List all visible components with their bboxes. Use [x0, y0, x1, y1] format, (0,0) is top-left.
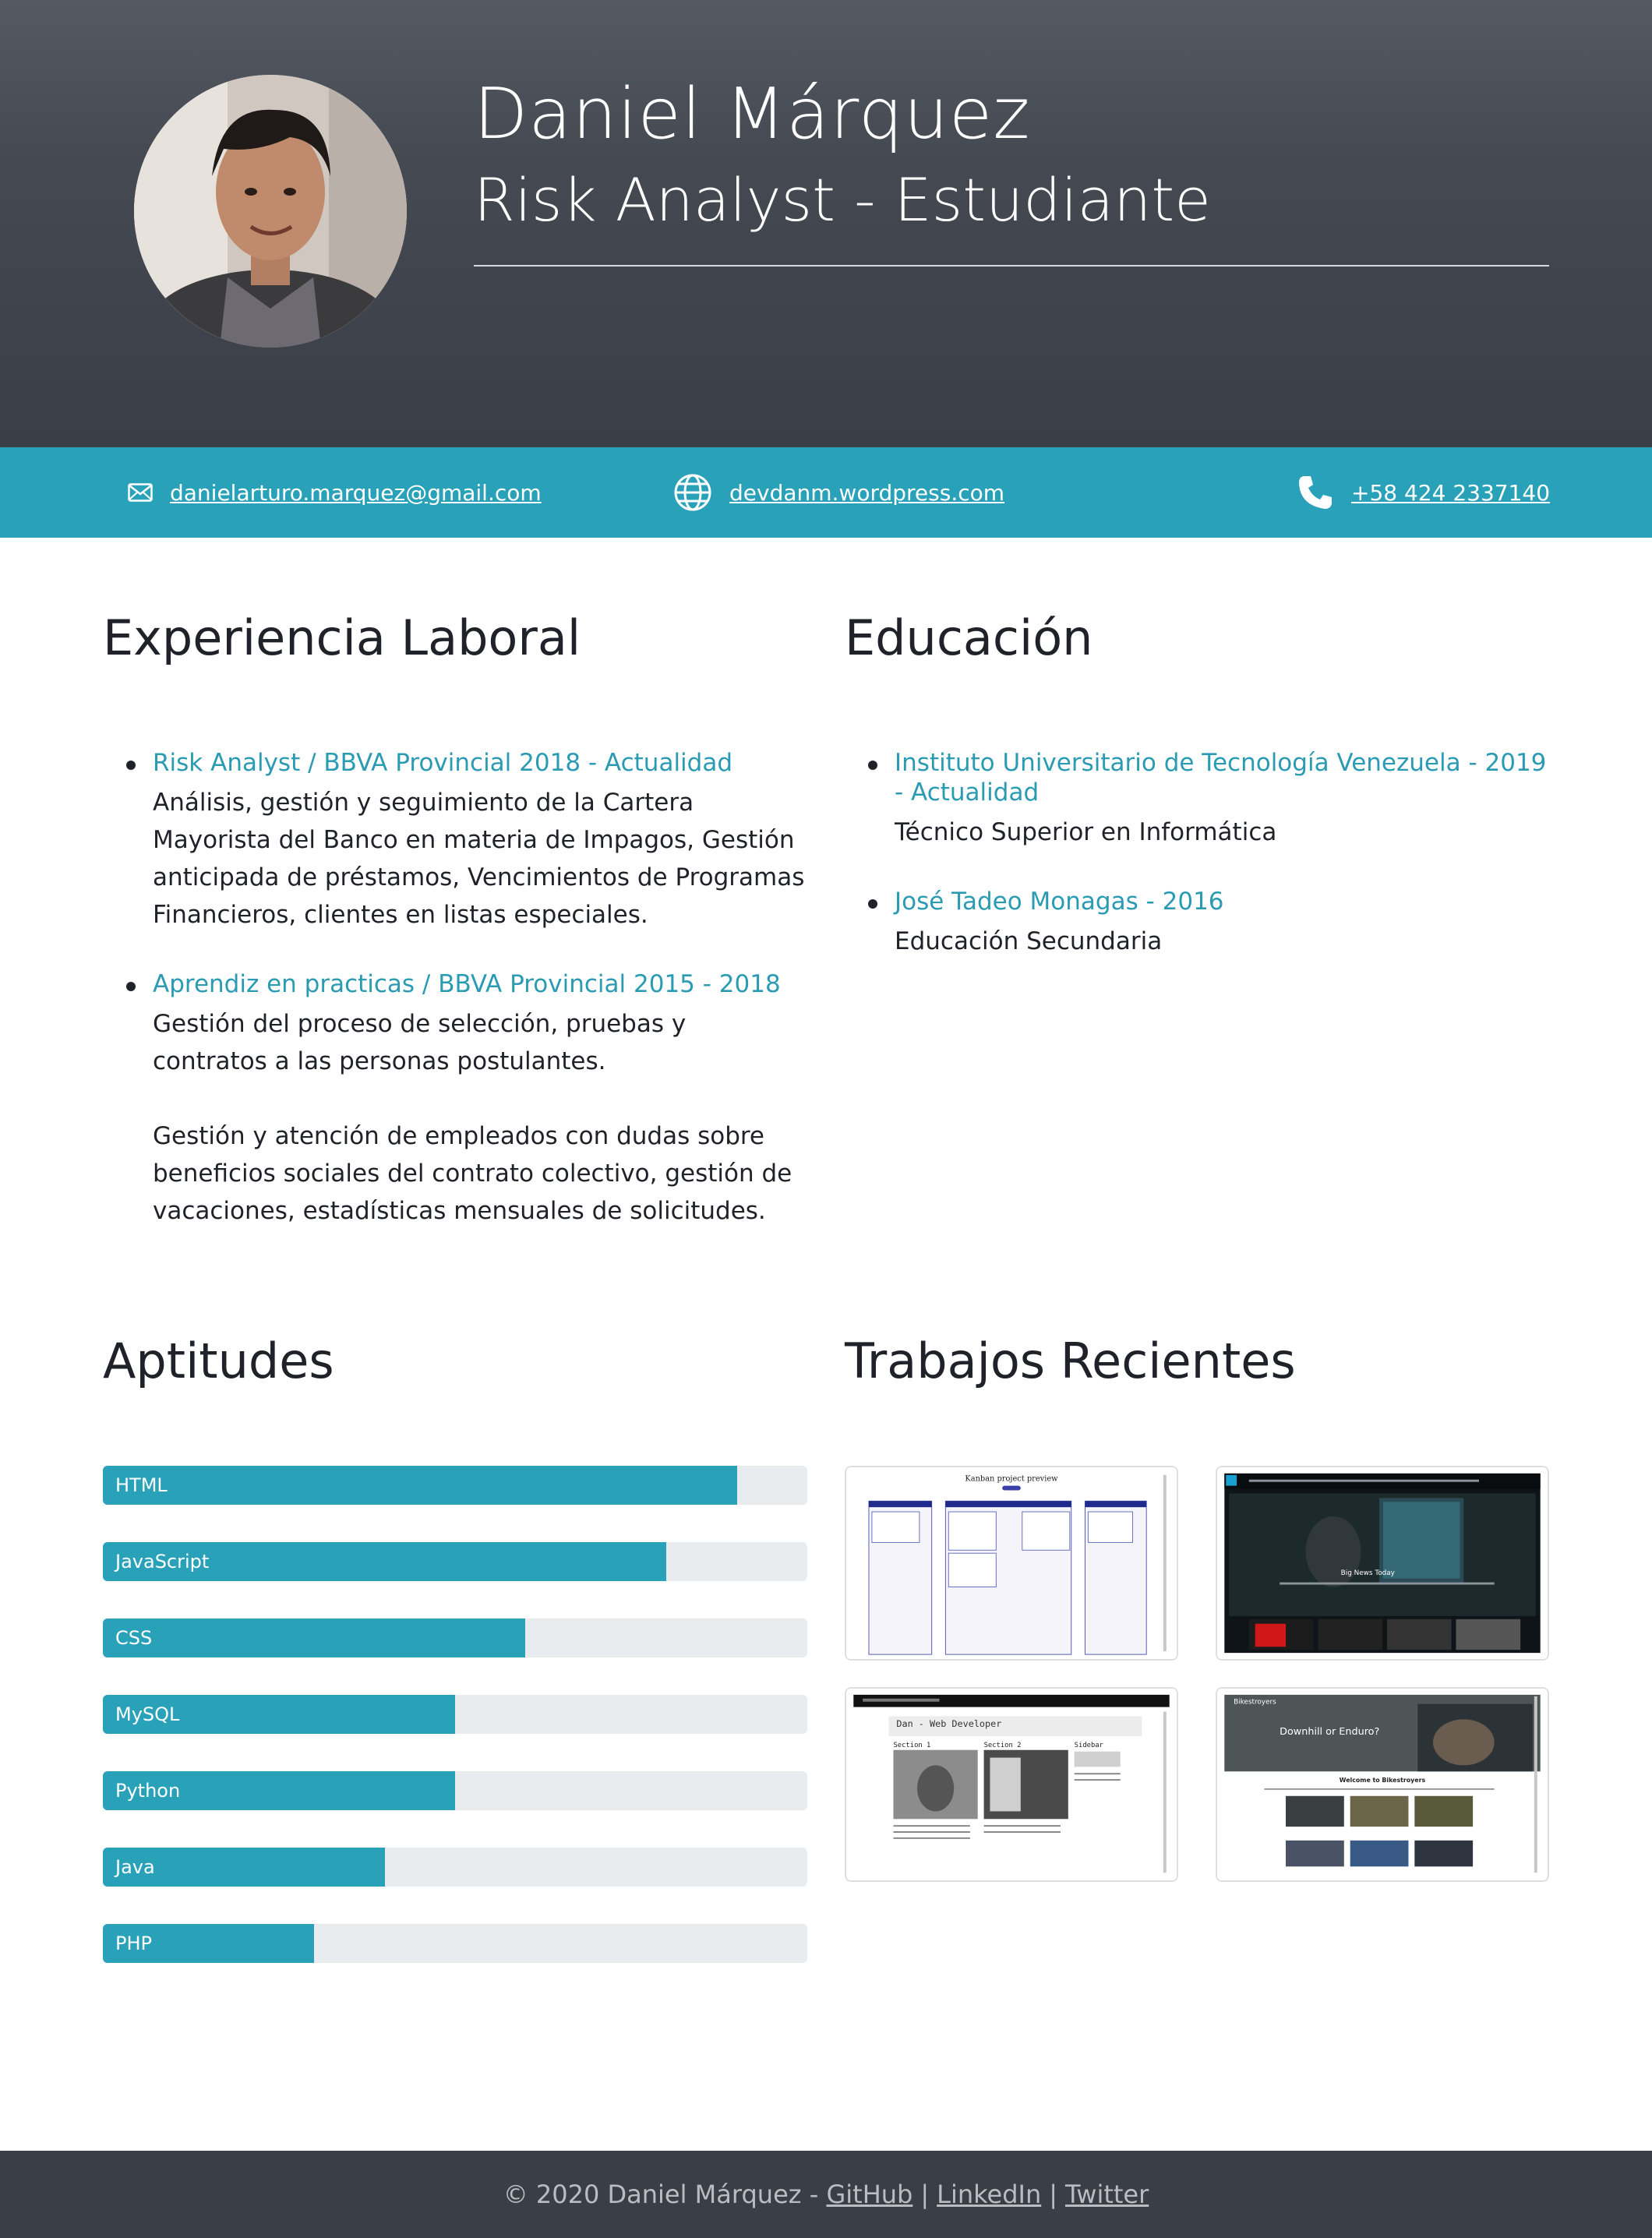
- skill-label: JavaScript: [115, 1551, 210, 1573]
- website-link[interactable]: devdanm.wordpress.com: [729, 480, 1004, 506]
- work-thumbnail-blog[interactable]: Dan - Web Developer Section 1 Section 2 …: [845, 1687, 1178, 1882]
- list-bullet: [126, 982, 136, 991]
- skill-bar-fill: [103, 1618, 526, 1657]
- skill-bar: Python: [103, 1771, 807, 1810]
- work-thumbnail-bike[interactable]: Bikestroyers Downhill or Enduro? Welcome…: [1216, 1687, 1549, 1882]
- list-bullet: [868, 899, 877, 909]
- education-item-desc: Educación Secundaria: [895, 927, 1163, 955]
- skill-bar: MySQL: [103, 1695, 807, 1734]
- phone-icon: [1297, 474, 1334, 511]
- experience-item-desc: Análisis, gestión y seguimiento de la Ca…: [153, 789, 805, 929]
- globe-icon: [673, 473, 712, 512]
- skill-label: Java: [115, 1856, 155, 1878]
- experience-item: Risk Analyst / BBVA Provincial 2018 - Ac…: [126, 748, 807, 934]
- skill-bar: JavaScript: [103, 1542, 807, 1581]
- profile-role: Risk Analyst - Estudiante: [474, 165, 1211, 235]
- blog-title: Dan - Web Developer: [896, 1718, 1001, 1729]
- experience-item-title: Risk Analyst / BBVA Provincial 2018 - Ac…: [153, 749, 733, 777]
- linkedin-link[interactable]: LinkedIn: [937, 2180, 1041, 2209]
- kanban-title: Kanban project preview: [965, 1475, 1058, 1484]
- list-bullet: [126, 761, 136, 770]
- experience-item-desc: Gestión del proceso de selección, prueba…: [153, 1010, 687, 1075]
- skill-bar-fill: [103, 1466, 737, 1505]
- news-title: Big News Today: [1341, 1569, 1395, 1577]
- profile-photo: [134, 75, 407, 348]
- skill-label: Python: [115, 1780, 181, 1802]
- education-item-title: José Tadeo Monagas - 2016: [895, 888, 1224, 916]
- experience-item-title: Aprendiz en practicas / BBVA Provincial …: [153, 970, 781, 998]
- footer-separator: |: [1049, 2180, 1058, 2209]
- footer-separator: |: [920, 2180, 930, 2209]
- education-heading: Educación: [845, 609, 1093, 666]
- contact-email: danielarturo.marquez@gmail.com: [128, 447, 542, 538]
- list-bullet: [868, 761, 877, 770]
- contact-bar: danielarturo.marquez@gmail.com devdanm.w…: [0, 447, 1652, 538]
- skill-bar: HTML: [103, 1466, 807, 1505]
- profile-name: Daniel Márquez: [474, 73, 1031, 155]
- work-thumbnail-kanban[interactable]: Kanban project preview: [845, 1466, 1178, 1661]
- skill-label: MySQL: [115, 1703, 180, 1725]
- bike-brand: Bikestroyers: [1234, 1699, 1276, 1707]
- work-thumbnail-news[interactable]: Big News Today: [1216, 1466, 1549, 1661]
- experience-item: Aprendiz en practicas / BBVA Provincial …: [126, 969, 807, 1230]
- contact-website: devdanm.wordpress.com: [673, 447, 1004, 538]
- profile-header: Daniel Márquez Risk Analyst - Estudiante: [0, 0, 1652, 447]
- header-divider: [474, 265, 1549, 267]
- skill-label: HTML: [115, 1474, 168, 1496]
- works-heading: Trabajos Recientes: [845, 1333, 1296, 1389]
- blog-section-3: Sidebar: [1075, 1742, 1103, 1749]
- envelope-icon: [128, 483, 153, 502]
- blog-section-1: Section 1: [893, 1742, 930, 1749]
- skill-bar: CSS: [103, 1618, 807, 1657]
- skill-label: PHP: [115, 1933, 152, 1954]
- education-item: José Tadeo Monagas - 2016 Educación Secu…: [868, 887, 1549, 960]
- bike-hero: Downhill or Enduro?: [1280, 1726, 1379, 1738]
- education-item-title: Instituto Universitario de Tecnología Ve…: [895, 749, 1547, 807]
- experience-item-desc-2: Gestión y atención de empleados con duda…: [153, 1122, 792, 1225]
- footer-copyright: © 2020 Daniel Márquez -: [503, 2180, 819, 2209]
- skills-heading: Aptitudes: [103, 1333, 334, 1389]
- page-footer: © 2020 Daniel Márquez - GitHub | LinkedIn |…: [0, 2151, 1652, 2238]
- skill-bar: PHP: [103, 1924, 807, 1963]
- blog-section-2: Section 2: [984, 1742, 1022, 1749]
- twitter-link[interactable]: Twitter: [1065, 2180, 1149, 2209]
- bike-welcome: Welcome to Bikestroyers: [1340, 1777, 1426, 1784]
- skill-label: CSS: [115, 1627, 153, 1649]
- phone-link[interactable]: +58 424 2337140: [1351, 480, 1550, 506]
- github-link[interactable]: GitHub: [826, 2180, 912, 2209]
- education-item-desc: Técnico Superior en Informática: [895, 818, 1277, 846]
- experience-heading: Experiencia Laboral: [103, 609, 581, 666]
- contact-phone: +58 424 2337140: [1297, 447, 1550, 538]
- skill-bar: Java: [103, 1848, 807, 1887]
- education-item: Instituto Universitario de Tecnología Ve…: [868, 748, 1549, 851]
- email-link[interactable]: danielarturo.marquez@gmail.com: [170, 480, 542, 506]
